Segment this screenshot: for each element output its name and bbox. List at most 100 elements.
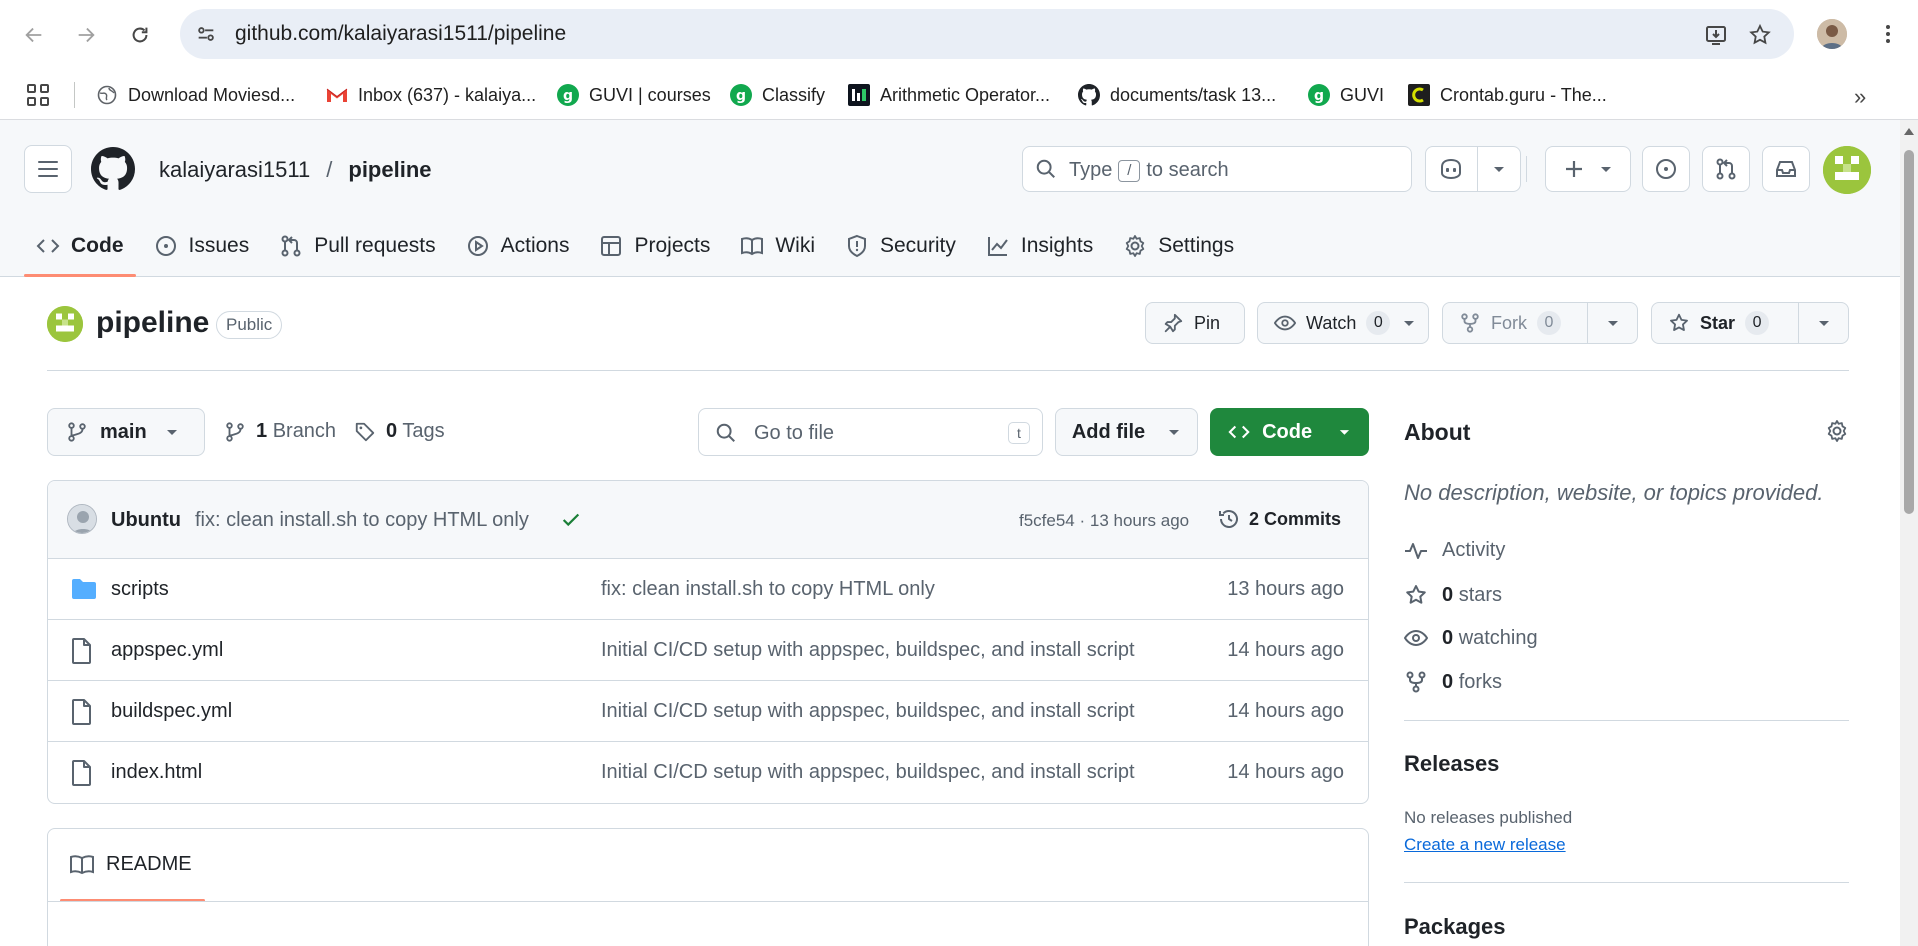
site-info-icon[interactable] [194, 22, 218, 46]
chevron-down-icon[interactable] [1476, 147, 1520, 191]
commit-message[interactable]: fix: clean install.sh to copy HTML only [195, 509, 529, 532]
bookmark-item[interactable]: g Classify [730, 82, 825, 108]
tab-insights[interactable]: Insights [974, 216, 1105, 276]
about-description: No description, website, or topics provi… [1404, 480, 1824, 505]
tab-code[interactable]: Code [24, 216, 136, 277]
commit-hash-time[interactable]: f5cfe54 · 13 hours ago [1019, 511, 1189, 531]
bookmark-item[interactable]: g GUVI | courses [557, 82, 711, 108]
packages-heading[interactable]: Packages [1404, 914, 1506, 940]
code-button[interactable]: Code [1210, 408, 1369, 456]
bookmark-item[interactable]: g GUVI [1308, 82, 1384, 108]
search-icon [1035, 158, 1057, 180]
table-row[interactable]: appspec.yml Initial CI/CD setup with app… [48, 620, 1368, 681]
branches-link[interactable]: 1 Branch [224, 420, 336, 443]
bookmark-label: GUVI | courses [589, 84, 711, 105]
file-name[interactable]: buildspec.yml [111, 700, 232, 723]
file-commit-message[interactable]: fix: clean install.sh to copy HTML only [601, 578, 935, 601]
file-name[interactable]: index.html [111, 761, 202, 784]
svg-text:g: g [1314, 88, 1324, 104]
bookmark-item[interactable]: Arithmetic Operator... [848, 82, 1050, 108]
go-to-file-input[interactable]: Go to file t [698, 408, 1043, 456]
tab-actions[interactable]: Actions [454, 216, 582, 276]
add-file-label: Add file [1071, 420, 1146, 443]
issues-icon-button[interactable] [1642, 146, 1690, 192]
scrollbar-thumb[interactable] [1904, 150, 1914, 514]
apps-grid-icon[interactable] [27, 84, 49, 106]
watch-button[interactable]: Watch 0 [1257, 302, 1429, 344]
svg-text:g: g [736, 88, 746, 104]
tab-label: Code [71, 234, 124, 257]
forks-link[interactable]: 0 forks [1404, 670, 1502, 694]
file-name[interactable]: scripts [111, 578, 169, 601]
file-age: 13 hours ago [1227, 578, 1344, 600]
forward-button[interactable] [68, 17, 104, 53]
menu-hamburger-icon[interactable] [24, 145, 72, 193]
file-name[interactable]: appspec.yml [111, 639, 223, 662]
tab-wiki[interactable]: Wiki [728, 216, 827, 276]
readme-label: README [106, 853, 192, 875]
table-row[interactable]: scripts fix: clean install.sh to copy HT… [48, 559, 1368, 620]
pin-button[interactable]: Pin [1145, 302, 1245, 344]
table-row[interactable]: index.html Initial CI/CD setup with apps… [48, 742, 1368, 803]
commit-author[interactable]: Ubuntu [111, 509, 181, 532]
branch-selector[interactable]: main [47, 408, 205, 456]
chevron-double-right-icon[interactable]: » [1854, 84, 1866, 110]
tags-link[interactable]: 0 Tags [354, 420, 445, 443]
global-search-input[interactable]: Type / to search [1022, 146, 1412, 192]
create-new-button[interactable] [1545, 146, 1631, 192]
check-icon[interactable] [560, 509, 582, 531]
tab-pull-requests[interactable]: Pull requests [267, 216, 447, 276]
back-button[interactable] [16, 17, 52, 53]
star-dropdown[interactable] [1798, 303, 1848, 343]
file-commit-message[interactable]: Initial CI/CD setup with appspec, builds… [601, 639, 1135, 662]
create-release-link[interactable]: Create a new release [1404, 835, 1566, 855]
arrow-left-icon [25, 27, 42, 43]
address-bar[interactable]: github.com/kalaiyarasi1511/pipeline [180, 9, 1794, 59]
watching-label: watching [1458, 626, 1538, 649]
watching-link[interactable]: 0 watching [1404, 626, 1538, 650]
bookmark-label: Inbox (637) - kalaiya... [358, 84, 537, 105]
activity-link[interactable]: Activity [1404, 539, 1505, 562]
install-app-icon[interactable] [1703, 22, 1729, 48]
tab-security[interactable]: Security [833, 216, 968, 276]
commits-history-link[interactable]: 2 Commits [1217, 507, 1341, 531]
bookmark-item[interactable]: Inbox (637) - kalaiya... [326, 82, 536, 108]
pull-requests-icon-button[interactable] [1702, 146, 1750, 192]
breadcrumb-owner[interactable]: kalaiyarasi1511 [159, 157, 310, 183]
readme-tab[interactable]: README [70, 853, 192, 876]
url-text[interactable]: github.com/kalaiyarasi1511/pipeline [235, 22, 566, 46]
browser-profile-avatar[interactable] [1817, 19, 1847, 49]
stars-link[interactable]: 0 stars [1404, 583, 1502, 607]
star-button[interactable]: Star 0 [1651, 302, 1849, 344]
file-commit-message[interactable]: Initial CI/CD setup with appspec, builds… [601, 761, 1135, 784]
chevron-down-icon [1339, 430, 1350, 435]
user-avatar[interactable] [1823, 146, 1871, 194]
tab-issues[interactable]: Issues [142, 216, 262, 276]
repo-owner-avatar[interactable] [47, 306, 83, 342]
copilot-button[interactable] [1425, 146, 1521, 192]
gear-icon[interactable] [1825, 419, 1849, 443]
browser-menu-icon[interactable] [1876, 22, 1900, 46]
bookmark-item[interactable]: Crontab.guru - The... [1408, 82, 1607, 108]
commit-author-avatar[interactable] [67, 504, 97, 534]
inbox-icon-button[interactable] [1762, 146, 1810, 192]
bookmark-star-icon[interactable] [1747, 22, 1773, 48]
page-scrollbar[interactable] [1900, 120, 1918, 946]
tab-settings[interactable]: Settings [1111, 216, 1246, 276]
fork-button[interactable]: Fork 0 [1442, 302, 1638, 344]
bookmark-item[interactable]: documents/task 13... [1078, 82, 1276, 108]
scroll-up-arrow-icon[interactable] [1904, 128, 1914, 135]
breadcrumb-repo[interactable]: pipeline [348, 157, 431, 183]
fork-dropdown[interactable] [1587, 303, 1637, 343]
play-icon [467, 236, 488, 256]
bookmark-item[interactable]: Download Moviesd... [96, 82, 295, 108]
repo-title[interactable]: pipeline [96, 306, 209, 340]
reload-button[interactable] [122, 17, 158, 53]
file-commit-message[interactable]: Initial CI/CD setup with appspec, builds… [601, 700, 1135, 723]
github-logo-icon[interactable] [91, 147, 135, 191]
releases-heading[interactable]: Releases [1404, 751, 1499, 777]
add-file-button[interactable]: Add file [1055, 408, 1198, 456]
stars-label: stars [1458, 583, 1503, 606]
tab-projects[interactable]: Projects [587, 216, 722, 276]
table-row[interactable]: buildspec.yml Initial CI/CD setup with a… [48, 681, 1368, 742]
